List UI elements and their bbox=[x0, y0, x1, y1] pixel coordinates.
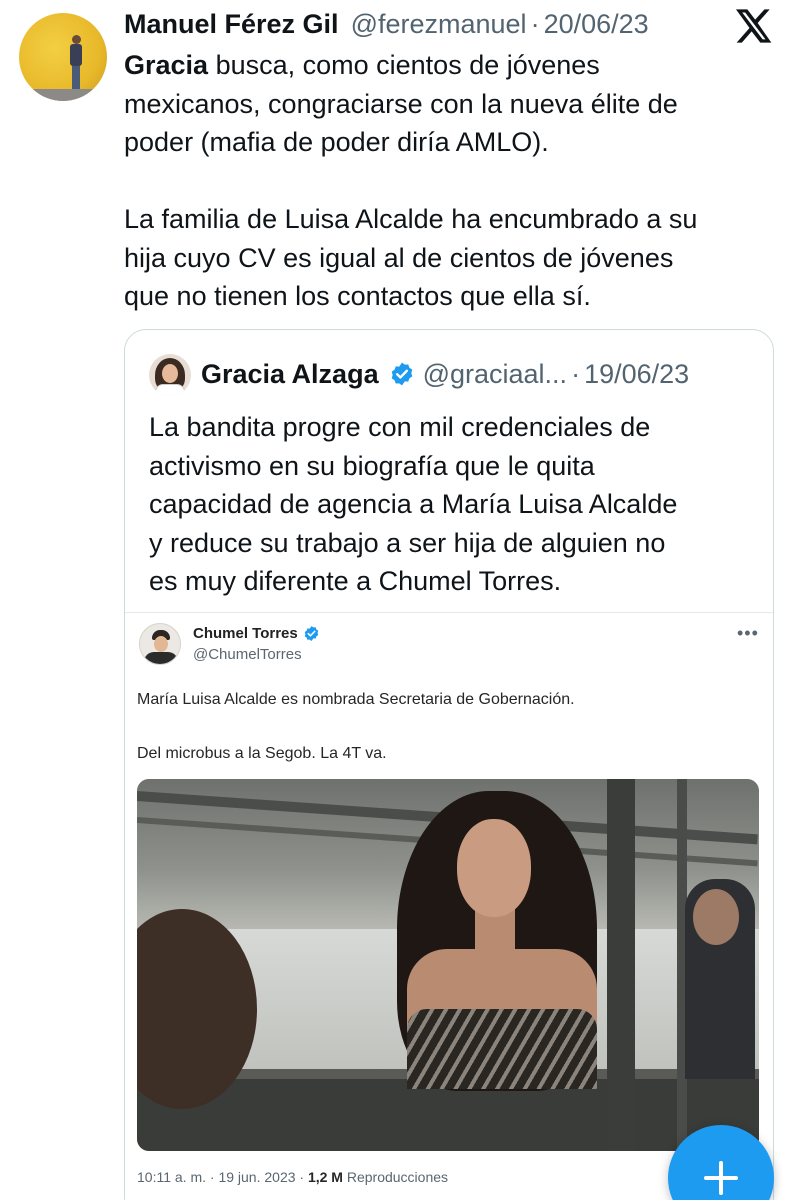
tweet-line: Gracia busca, como cientos de jóvenes bbox=[124, 46, 784, 85]
quote-line: es muy diferente a Chumel Torres. bbox=[149, 566, 562, 596]
quote-line: activismo en su biografía que le quita bbox=[149, 450, 595, 481]
quote-line: La bandita progre con mil credenciales d… bbox=[149, 412, 651, 442]
embedded-footer: 10:11 a. m. · 19 jun. 2023 · 1,2 M Repro… bbox=[137, 1169, 448, 1185]
plus-icon bbox=[719, 1161, 723, 1195]
separator-dot: · bbox=[530, 8, 540, 39]
quote-author-avatar[interactable] bbox=[149, 354, 191, 396]
tweet-header: Manuel Férez Gil @ferezmanuel · 20/06/23 bbox=[124, 6, 649, 42]
tweet-line: mexicanos, congraciarse con la nueva éli… bbox=[124, 88, 678, 119]
separator-dot: · bbox=[571, 358, 581, 389]
avatar-person-figure bbox=[69, 35, 83, 95]
embedded-author-name: Chumel Torres bbox=[193, 625, 298, 642]
tweet-line: poder (mafia de poder diría AMLO). bbox=[124, 127, 549, 157]
footer-label: Reproducciones bbox=[342, 1169, 449, 1185]
mention-bold: Gracia bbox=[124, 50, 209, 80]
x-logo-icon[interactable] bbox=[733, 6, 773, 46]
quoted-tweet[interactable]: Gracia Alzaga @graciaal... · 19/06/23 La… bbox=[124, 329, 774, 1200]
footer-time: 10:11 a. m. · 19 jun. 2023 · bbox=[137, 1169, 308, 1185]
author-name[interactable]: Manuel Férez Gil bbox=[124, 9, 339, 40]
verified-badge-icon bbox=[391, 362, 412, 386]
footer-views: 1,2 M bbox=[307, 1169, 343, 1185]
tweet-date[interactable]: 20/06/23 bbox=[544, 9, 649, 40]
bus-photo bbox=[137, 779, 759, 1151]
tweet-body: Gracia busca, como cientos de jóvenes me… bbox=[124, 46, 784, 316]
embedded-author-avatar bbox=[139, 623, 181, 665]
avatar-ground bbox=[19, 89, 107, 101]
tweet-line-text: busca, como cientos de jóvenes bbox=[208, 50, 600, 80]
tweet-line: hija cuyo CV es igual al de cientos de j… bbox=[124, 242, 674, 273]
author-avatar[interactable] bbox=[19, 13, 107, 101]
embedded-screenshot[interactable]: Chumel Torres @ChumelTorres ••• María Lu… bbox=[125, 612, 773, 1200]
more-options-icon: ••• bbox=[737, 623, 759, 643]
quote-body: La bandita progre con mil credenciales d… bbox=[149, 408, 769, 601]
quote-author-handle[interactable]: @graciaal... bbox=[423, 359, 567, 390]
embedded-text-line: Del microbus a la Segob. La 4T va. bbox=[137, 745, 387, 762]
quote-header: Gracia Alzaga @graciaal... · 19/06/23 bbox=[201, 356, 689, 392]
author-handle[interactable]: @ferezmanuel bbox=[351, 9, 527, 40]
quote-author-name[interactable]: Gracia Alzaga bbox=[201, 359, 379, 390]
tweet-line: La familia de Luisa Alcalde ha encumbrad… bbox=[124, 204, 698, 234]
quote-date[interactable]: 19/06/23 bbox=[584, 359, 689, 390]
quote-line: y reduce su trabajo a ser hija de alguie… bbox=[149, 527, 666, 558]
verified-badge-icon bbox=[304, 626, 318, 641]
embedded-text-line: María Luisa Alcalde es nombrada Secretar… bbox=[137, 691, 575, 708]
embedded-author-handle: @ChumelTorres bbox=[193, 646, 302, 663]
embedded-author-name-row: Chumel Torres bbox=[193, 625, 320, 642]
quote-line: capacidad de agencia a María Luisa Alcal… bbox=[149, 489, 678, 519]
tweet: Manuel Férez Gil @ferezmanuel · 20/06/23… bbox=[0, 0, 793, 1200]
tweet-line: que no tienen los contactos que ella sí. bbox=[124, 281, 591, 311]
